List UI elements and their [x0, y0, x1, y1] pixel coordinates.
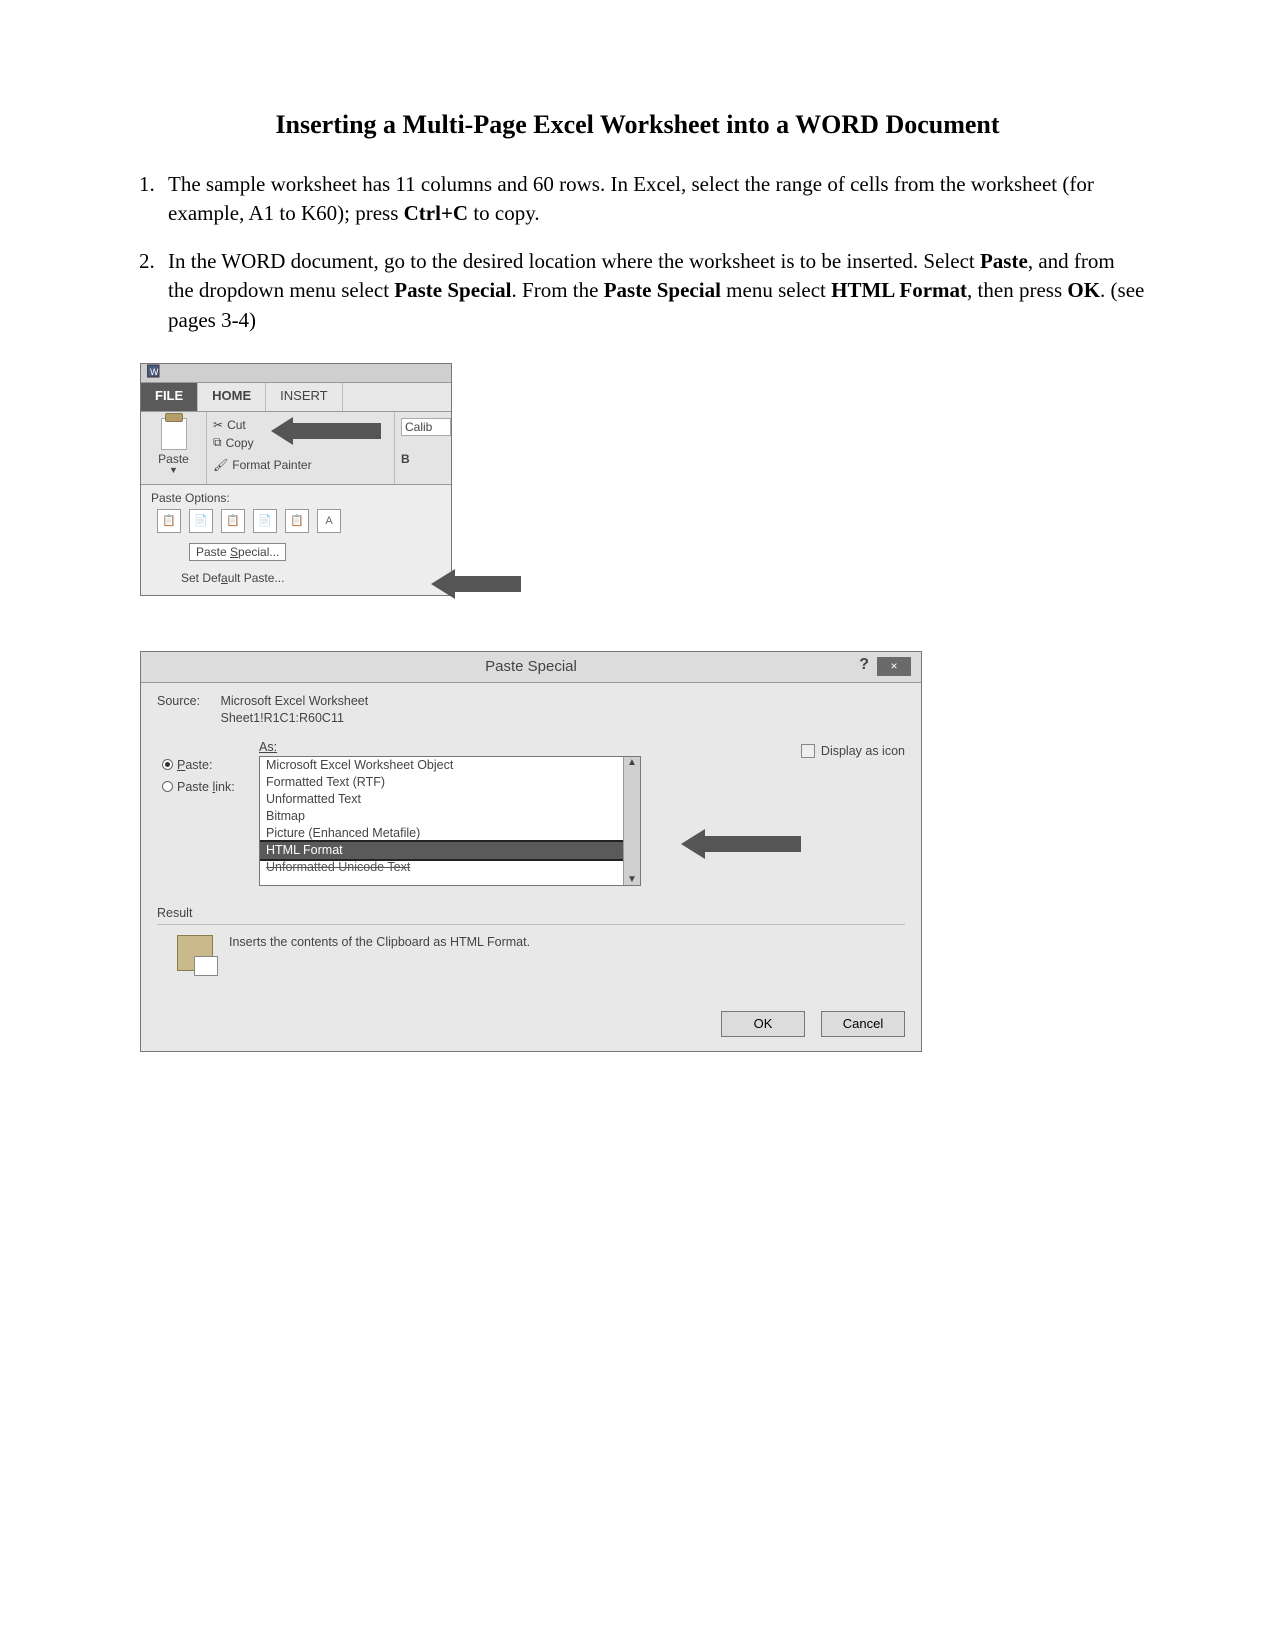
- scroll-up-icon[interactable]: ▲: [627, 757, 637, 768]
- annotation-arrow-html-format: [681, 831, 801, 857]
- paste-special-dialog: Paste Special ? × Source: Microsoft Exce…: [140, 651, 922, 1052]
- paste-options-header: Paste Options:: [151, 491, 443, 505]
- format-painter-label: Format Painter: [232, 458, 311, 472]
- step-1: The sample worksheet has 11 columns and …: [160, 170, 1145, 229]
- copy-icon: ⧉: [213, 435, 222, 450]
- listbox-scrollbar[interactable]: ▲ ▼: [623, 757, 640, 885]
- brush-icon: 🖌: [213, 458, 228, 472]
- ribbon-tabs: FILE HOME INSERT: [141, 383, 451, 411]
- font-name-box[interactable]: Calib: [401, 418, 451, 436]
- annotation-arrow-paste-special: [431, 571, 521, 597]
- source-value-line2: Sheet1!R1C1:R60C11: [220, 711, 343, 725]
- step-2-text-e: . From the: [512, 278, 604, 302]
- listbox-option-html[interactable]: HTML Format: [260, 842, 623, 859]
- copy-label: Copy: [226, 436, 254, 450]
- ribbon-screenshot: W FILE HOME INSERT Paste ▼ ✂ Cut ⧉: [140, 363, 452, 596]
- listbox-option-worksheet-object[interactable]: Microsoft Excel Worksheet Object: [260, 757, 623, 774]
- paste-option-keep-source-icon[interactable]: 📋: [157, 509, 181, 533]
- annotation-arrow-paste: [271, 420, 381, 442]
- listbox-option-rtf[interactable]: Formatted Text (RTF): [260, 774, 623, 791]
- listbox-option-unformatted[interactable]: Unformatted Text: [260, 791, 623, 808]
- radio-paste-link-input[interactable]: [162, 781, 173, 792]
- cancel-button[interactable]: Cancel: [821, 1011, 905, 1037]
- paste-option-merge-icon[interactable]: 📄: [189, 509, 213, 533]
- step-1-text-c: to copy.: [468, 201, 540, 225]
- cut-label: Cut: [227, 418, 246, 432]
- step-2-kw-html: HTML Format: [831, 278, 967, 302]
- checkbox-icon[interactable]: [801, 744, 815, 758]
- result-section: Result Inserts the contents of the Clipb…: [157, 906, 905, 971]
- source-value-line1: Microsoft Excel Worksheet: [220, 694, 368, 708]
- tab-file[interactable]: FILE: [141, 383, 198, 411]
- source-label: Source:: [157, 693, 217, 711]
- source-info: Source: Microsoft Excel Worksheet Sheet1…: [157, 693, 905, 728]
- step-2-kw-ok: OK: [1067, 278, 1100, 302]
- instruction-list: The sample worksheet has 11 columns and …: [130, 170, 1145, 335]
- paste-dropdown-menu: Paste Options: 📋 📄 📋 📄 📋 A Paste Special…: [141, 484, 451, 595]
- display-as-icon-label: Display as icon: [821, 744, 905, 758]
- ok-button[interactable]: OK: [721, 1011, 805, 1037]
- paste-option-link-icon[interactable]: 📋: [285, 509, 309, 533]
- page-title: Inserting a Multi-Page Excel Worksheet i…: [130, 110, 1145, 140]
- step-1-text-a: The sample worksheet has 11 columns and …: [168, 172, 1094, 225]
- radio-paste-link[interactable]: Paste link:: [157, 776, 247, 799]
- as-label: As:: [259, 740, 779, 754]
- step-2-kw-paste: Paste: [980, 249, 1028, 273]
- dialog-titlebar: Paste Special ? ×: [141, 652, 921, 683]
- tab-home[interactable]: HOME: [198, 383, 266, 411]
- svg-text:W: W: [150, 367, 159, 377]
- display-as-icon-checkbox[interactable]: Display as icon: [801, 740, 905, 758]
- scissors-icon: ✂: [213, 418, 223, 432]
- listbox-option-bitmap[interactable]: Bitmap: [260, 808, 623, 825]
- font-group: Calib B: [394, 412, 451, 484]
- set-default-paste-menu-item[interactable]: Set Default Paste...: [181, 571, 443, 585]
- bold-button[interactable]: B: [401, 452, 451, 466]
- step-2-text-g: menu select: [721, 278, 831, 302]
- step-2-text-a: In the WORD document, go to the desired …: [168, 249, 980, 273]
- radio-paste[interactable]: Paste:: [157, 754, 247, 777]
- result-header: Result: [157, 906, 905, 920]
- step-2-kw-paste-special2: Paste Special: [604, 278, 721, 302]
- dialog-close-button[interactable]: ×: [877, 657, 911, 676]
- format-painter-command[interactable]: 🖌 Format Painter: [213, 458, 390, 472]
- scroll-down-icon[interactable]: ▼: [627, 874, 637, 885]
- paste-icon: [161, 418, 187, 450]
- quick-access-toolbar: W: [141, 364, 451, 383]
- paste-label: Paste: [141, 452, 206, 466]
- paste-dropdown-arrow-icon[interactable]: ▼: [141, 466, 206, 474]
- format-listbox[interactable]: Microsoft Excel Worksheet Object Formatt…: [259, 756, 641, 886]
- step-2-kw-paste-special: Paste Special: [394, 278, 511, 302]
- paste-special-menu-item[interactable]: Paste Special...: [189, 543, 286, 561]
- result-clipboard-icon: [177, 935, 213, 971]
- step-2-text-i: , then press: [967, 278, 1067, 302]
- dialog-help-button[interactable]: ?: [859, 656, 869, 674]
- result-description: Inserts the contents of the Clipboard as…: [229, 935, 530, 971]
- paste-mode-radios: Paste: Paste link:: [157, 740, 247, 799]
- listbox-option-emf[interactable]: Picture (Enhanced Metafile): [260, 825, 623, 842]
- radio-paste-input[interactable]: [162, 759, 173, 770]
- paste-option-picture-icon[interactable]: 📋: [221, 509, 245, 533]
- paste-option-text-icon[interactable]: 📄: [253, 509, 277, 533]
- step-1-shortcut: Ctrl+C: [404, 201, 468, 225]
- paste-split-button[interactable]: Paste ▼: [141, 412, 207, 484]
- listbox-option-unicode[interactable]: Unformatted Unicode Text: [260, 859, 623, 876]
- tab-insert[interactable]: INSERT: [266, 383, 342, 411]
- dialog-title-text: Paste Special: [485, 658, 577, 675]
- paste-option-icons: 📋 📄 📋 📄 📋 A: [157, 509, 443, 533]
- paste-option-keep-text-only-icon[interactable]: A: [317, 509, 341, 533]
- word-app-icon: W: [147, 364, 161, 379]
- step-2: In the WORD document, go to the desired …: [160, 247, 1145, 335]
